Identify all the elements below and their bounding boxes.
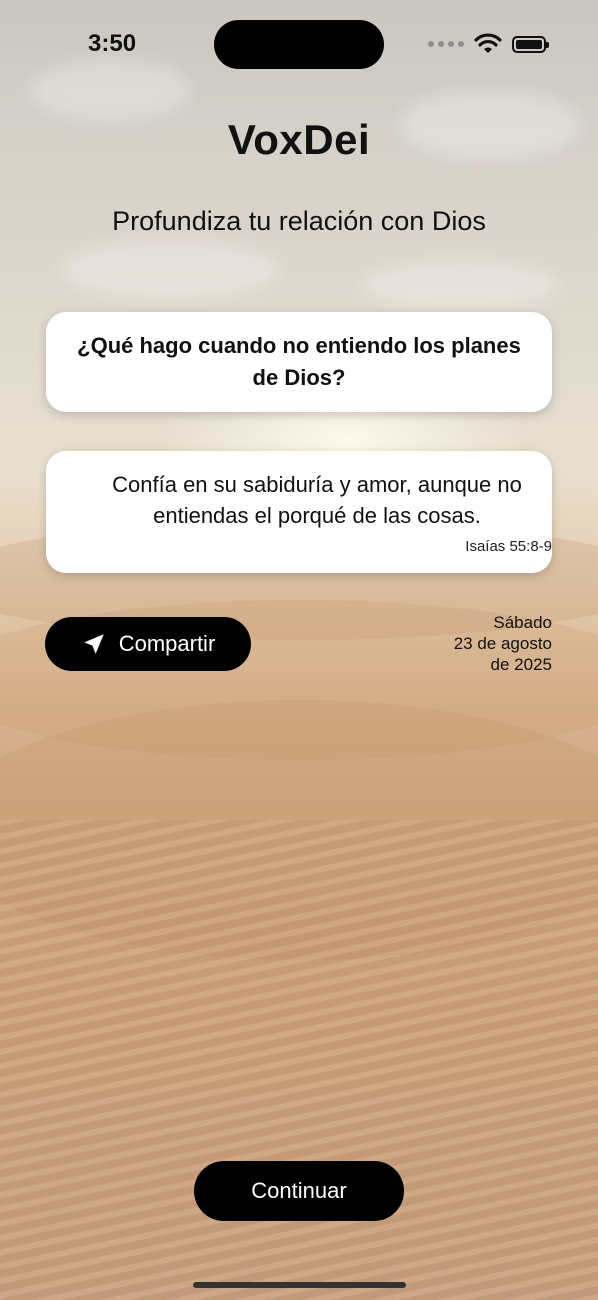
status-icons: [428, 32, 549, 56]
signal-dots-icon: [428, 41, 464, 47]
question-text: ¿Qué hago cuando no entiendo los planes …: [77, 333, 521, 390]
continue-label: Continuar: [251, 1178, 347, 1203]
send-icon: [83, 634, 104, 654]
share-label: Compartir: [118, 631, 216, 656]
date-display: Sábado 23 de agosto de 2025: [454, 612, 552, 675]
date-year: de 2025: [490, 655, 552, 674]
battery-icon: [512, 35, 549, 53]
wifi-icon: [474, 33, 502, 53]
date-day-month: 23 de agosto: [453, 634, 552, 653]
continue-button[interactable]: Continuar: [194, 1161, 404, 1221]
app-title: VoxDei: [227, 116, 371, 163]
answer-card: Confía en su sabiduría y amor, aunque no…: [46, 451, 552, 573]
dynamic-island: [214, 20, 384, 69]
share-button[interactable]: Compartir: [45, 617, 251, 671]
date-weekday: Sábado: [493, 613, 552, 632]
answer-text: Confía en su sabiduría y amor, aunque no…: [112, 472, 522, 528]
verse-reference: Isaías 55:8-9: [465, 538, 552, 555]
status-time: 3:50: [88, 30, 137, 57]
app-subtitle: Profundiza tu relación con Dios: [112, 206, 486, 236]
home-indicator[interactable]: [193, 1282, 406, 1288]
question-card: ¿Qué hago cuando no entiendo los planes …: [46, 312, 552, 412]
